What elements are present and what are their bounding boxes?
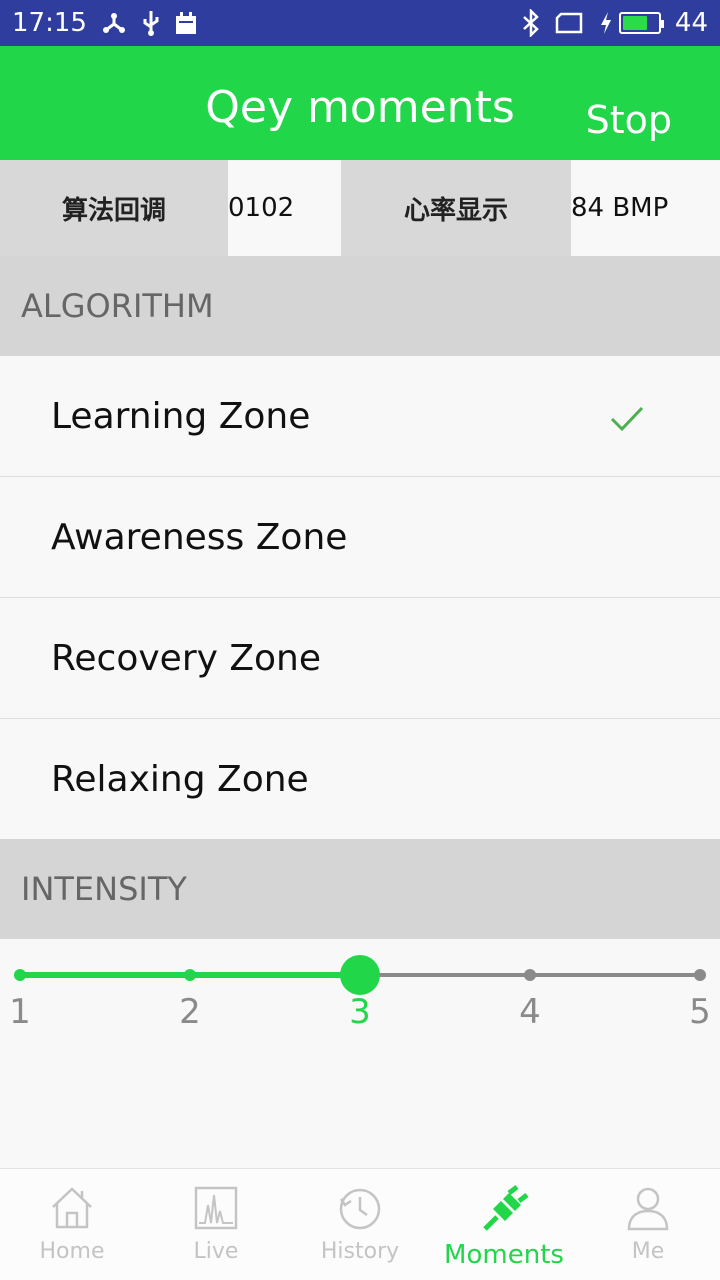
slider-label-2: 2 [179,992,201,1032]
user-icon [625,1185,671,1237]
app-bar: Qey moments Stop [0,46,720,160]
screen-rotate-icon [555,11,585,35]
calendar-icon [175,11,197,35]
nav-label-me: Me [631,1239,665,1264]
intensity-section-header: INTENSITY [0,839,720,939]
slider-label-4: 4 [519,992,541,1032]
share-icon [101,10,127,36]
battery-level: 44 [674,8,708,38]
slider-label-5: 5 [689,992,711,1032]
slider-label-1: 1 [9,992,31,1032]
slider-tick-5[interactable] [694,969,706,981]
home-icon [49,1185,95,1237]
zone-label: Learning Zone [51,395,311,437]
zone-item-awareness[interactable]: Awareness Zone [0,477,720,598]
bluetooth-icon [521,9,541,37]
stop-button[interactable]: Stop [586,98,672,142]
charging-icon [600,12,611,34]
battery-icon [599,11,664,35]
algorithm-callback-value: 0102 [228,160,341,256]
usb-icon [141,9,161,37]
info-row: 算法回调 0102 心率显示 84 BMP [0,160,720,256]
nav-item-history[interactable]: History [288,1169,432,1280]
heart-rate-value: 84 BMP [571,160,720,256]
algorithm-list: Learning Zone Awareness Zone Recovery Zo… [0,356,720,839]
nav-label-history: History [320,1239,400,1264]
nav-label-live: Live [193,1239,239,1264]
status-bar: 17:15 44 [0,0,720,46]
zone-item-recovery[interactable]: Recovery Zone [0,598,720,719]
bottom-nav: Home Live History Moments Me [0,1168,720,1280]
nav-item-live[interactable]: Live [144,1169,288,1280]
slider-tick-2[interactable] [184,969,196,981]
slider-tick-4[interactable] [524,969,536,981]
algorithm-section-header: ALGORITHM [0,256,720,356]
slider-thumb[interactable] [340,955,380,995]
status-time: 17:15 [12,8,87,38]
intensity-slider[interactable]: 1 2 3 4 5 [0,940,720,1050]
zone-label: Relaxing Zone [51,758,309,800]
algorithm-callback-label: 算法回调 [0,160,228,256]
nav-item-me[interactable]: Me [576,1169,720,1280]
heart-rate-label: 心率显示 [341,160,571,256]
check-icon [610,400,644,441]
slider-tick-1[interactable] [14,969,26,981]
nav-label-home: Home [39,1239,105,1264]
nav-item-home[interactable]: Home [0,1169,144,1280]
zone-item-learning[interactable]: Learning Zone [0,356,720,477]
history-icon [337,1185,383,1237]
slider-label-3: 3 [349,992,371,1032]
nav-label-moments: Moments [444,1240,564,1270]
live-chart-icon [193,1185,239,1237]
plug-icon [479,1185,529,1238]
zone-label: Recovery Zone [51,637,322,679]
zone-label: Awareness Zone [51,516,348,558]
zone-item-relaxing[interactable]: Relaxing Zone [0,719,720,839]
nav-item-moments[interactable]: Moments [432,1169,576,1280]
